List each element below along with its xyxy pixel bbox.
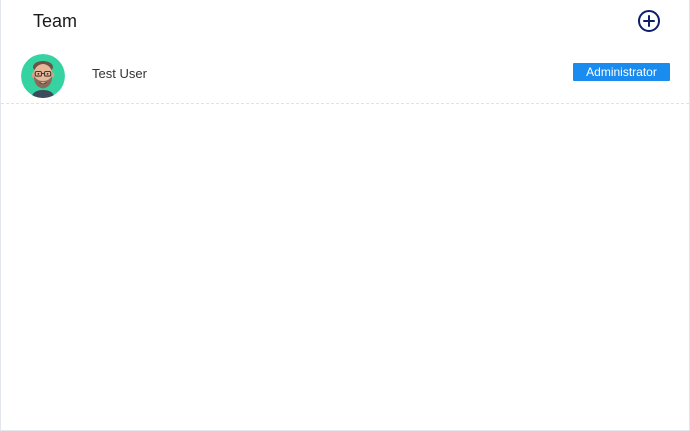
panel-title: Team <box>33 11 78 31</box>
member-name: Test User <box>92 66 147 81</box>
memoji-avatar-icon <box>21 54 65 98</box>
role-badge: Administrator <box>573 63 670 81</box>
team-member-row[interactable]: Test User Administrator <box>1 46 689 104</box>
avatar <box>21 54 65 98</box>
panel-header: Team <box>1 0 689 44</box>
add-member-button[interactable] <box>637 9 661 33</box>
plus-circle-icon <box>638 10 660 32</box>
team-panel: Team Test User Administrator <box>0 0 690 431</box>
